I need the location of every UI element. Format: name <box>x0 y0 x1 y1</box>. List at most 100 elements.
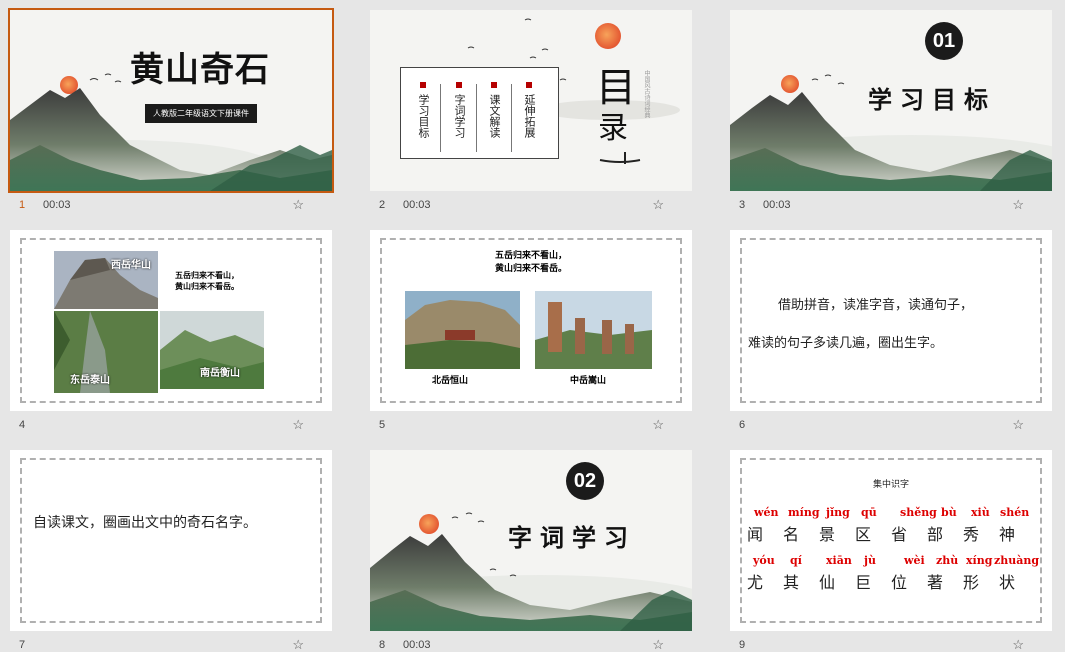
slide-number: 2 <box>379 199 386 211</box>
hanzi: 其 <box>783 573 800 592</box>
pinyin: zhù <box>936 554 959 567</box>
toc-menu-label: 字词学习 <box>453 94 466 138</box>
star-icon[interactable]: ☆ <box>292 417 304 433</box>
divider <box>511 84 512 152</box>
toc-menu-label: 学习目标 <box>417 94 430 138</box>
pinyin: shén <box>1000 506 1030 519</box>
star-icon[interactable]: ☆ <box>1012 417 1024 433</box>
pinyin: jǐng <box>826 506 850 519</box>
slide-number: 3 <box>739 199 746 211</box>
section-badge: 02 <box>566 462 604 500</box>
pinyin: wén <box>754 506 779 519</box>
toc-title-top: 目 <box>596 65 636 111</box>
slide-number: 8 <box>379 639 386 651</box>
star-icon[interactable]: ☆ <box>292 637 304 652</box>
slide-4: 西岳华山 东岳泰山 南岳衡山 五岳归来不看山， 黄山归来不看岳。 <box>10 230 332 411</box>
label-south-mountain: 南岳衡山 <box>200 368 240 379</box>
star-icon[interactable]: ☆ <box>292 197 304 213</box>
divider <box>476 84 477 152</box>
pinyin: wèi <box>904 554 925 567</box>
slide-number: 6 <box>739 419 746 431</box>
toc-menu-label: 延伸拓展 <box>523 94 536 138</box>
slide-7: 自读课文，圈画出文中的奇石名字。 <box>10 450 332 631</box>
instruction-text: 自读课文，圈画出文中的奇石名字。 <box>33 515 257 531</box>
slide-1-title: 黄山奇石 <box>130 50 270 90</box>
star-icon[interactable]: ☆ <box>1012 197 1024 213</box>
slide-1-subtitle: 人教版二年级语文下册课件 <box>145 104 257 123</box>
slide-timing: 00:03 <box>403 639 431 651</box>
star-icon[interactable]: ☆ <box>652 197 664 213</box>
slide-5: 五岳归来不看山， 黄山归来不看岳。 北岳恒山 中岳嵩山 <box>370 230 692 411</box>
pinyin: xiān <box>826 554 852 567</box>
red-square-icon <box>456 82 462 88</box>
toc-menu-item-4[interactable]: 延伸拓展 <box>522 82 536 138</box>
red-square-icon <box>420 82 426 88</box>
hanzi: 名 <box>783 525 800 544</box>
slide-thumbnail-2[interactable]: 学习目标 字词学习 课文解读 延伸拓展 目 录 中国风古诗词经典 2 00:03… <box>370 10 692 220</box>
pinyin: zhuàng <box>994 554 1040 567</box>
star-icon[interactable]: ☆ <box>1012 637 1024 652</box>
toc-side-text: 中国风古诗词经典 <box>643 70 650 118</box>
pinyin: bù <box>941 506 957 519</box>
hanzi: 巨 <box>855 573 872 592</box>
poem-line-1: 五岳归来不看山， <box>175 270 239 280</box>
slide-6: 借助拼音，读准字音，读通句子， 难读的句子多读几遍，圈出生字。 <box>730 230 1052 411</box>
hanzi: 形 <box>963 573 980 592</box>
label-east-mountain: 东岳泰山 <box>70 375 110 386</box>
slide-number: 5 <box>379 419 386 431</box>
pinyin: yóu <box>753 554 775 567</box>
divider <box>440 84 441 152</box>
hanzi: 位 <box>891 573 908 592</box>
red-square-icon <box>491 82 497 88</box>
slide-3-title: 学习目标 <box>868 85 996 114</box>
hanzi: 尤 <box>747 573 764 592</box>
hanzi: 省 <box>891 525 908 544</box>
instruction-line-2: 难读的句子多读几遍，圈出生字。 <box>748 336 944 351</box>
slide-8-title: 字词学习 <box>508 523 636 552</box>
hanzi: 著 <box>927 573 944 592</box>
toc-title-bottom: 录 <box>598 111 628 146</box>
slide-thumbnail-1[interactable]: 黄山奇石 人教版二年级语文下册课件 1 00:03 ☆ <box>8 8 334 220</box>
label-center-mountain: 中岳嵩山 <box>570 376 607 386</box>
pinyin: shěng <box>900 506 937 519</box>
pinyin: míng <box>788 506 820 519</box>
pinyin: xiù <box>971 506 990 519</box>
hanzi: 部 <box>927 525 944 544</box>
pinyin: jù <box>864 554 876 567</box>
ink-mountain-landscape <box>10 73 332 191</box>
instruction-line-1: 借助拼音，读准字音，读通句子， <box>778 298 974 313</box>
toc-menu-item-1[interactable]: 学习目标 <box>416 82 430 138</box>
slide-2: 学习目标 字词学习 课文解读 延伸拓展 目 录 中国风古诗词经典 <box>370 10 692 191</box>
toc-menu-item-3[interactable]: 课文解读 <box>487 82 501 138</box>
pinyin: qí <box>790 554 802 567</box>
star-icon[interactable]: ☆ <box>652 417 664 433</box>
star-icon[interactable]: ☆ <box>652 637 664 652</box>
content-frame <box>20 458 322 623</box>
toc-menu-item-2[interactable]: 字词学习 <box>452 82 466 138</box>
slide-timing: 00:03 <box>763 199 791 211</box>
pinyin: qū <box>861 506 877 519</box>
slide-thumbnail-7[interactable]: 自读课文，圈画出文中的奇石名字。 7 ☆ <box>10 450 332 652</box>
slide-3: 01 学习目标 <box>730 10 1052 191</box>
content-frame <box>740 238 1042 403</box>
toc-menu-label: 课文解读 <box>488 94 501 138</box>
hanzi: 景 <box>819 525 836 544</box>
slide-timing: 00:03 <box>403 199 431 211</box>
hanzi: 状 <box>999 573 1016 592</box>
slide-number: 9 <box>739 639 746 651</box>
mountain-photos <box>405 291 652 369</box>
slide-thumbnail-6[interactable]: 借助拼音，读准字音，读通句子， 难读的句子多读几遍，圈出生字。 6 ☆ <box>730 230 1052 440</box>
slide-number: 7 <box>19 639 26 651</box>
slide-thumbnail-4[interactable]: 西岳华山 东岳泰山 南岳衡山 五岳归来不看山， 黄山归来不看岳。 4 ☆ <box>10 230 332 440</box>
mountain-photos <box>54 251 264 393</box>
hanzi: 秀 <box>963 525 980 544</box>
section-badge: 01 <box>925 22 963 60</box>
pinyin: xíng <box>966 554 993 567</box>
slide-thumbnail-3[interactable]: 01 学习目标 3 00:03 ☆ <box>730 10 1052 220</box>
red-square-icon <box>526 82 532 88</box>
slide-thumbnail-8[interactable]: 02 字词学习 8 00:03 ☆ <box>370 450 692 652</box>
slide-1: 黄山奇石 人教版二年级语文下册课件 <box>8 8 334 193</box>
slide-thumbnail-9[interactable]: 集中识字 wén míng jǐng qū shěng bù xiù shén … <box>730 450 1052 652</box>
slide-thumbnail-5[interactable]: 五岳归来不看山， 黄山归来不看岳。 北岳恒山 中岳嵩山 5 ☆ <box>370 230 692 440</box>
hanzi: 区 <box>855 525 872 544</box>
